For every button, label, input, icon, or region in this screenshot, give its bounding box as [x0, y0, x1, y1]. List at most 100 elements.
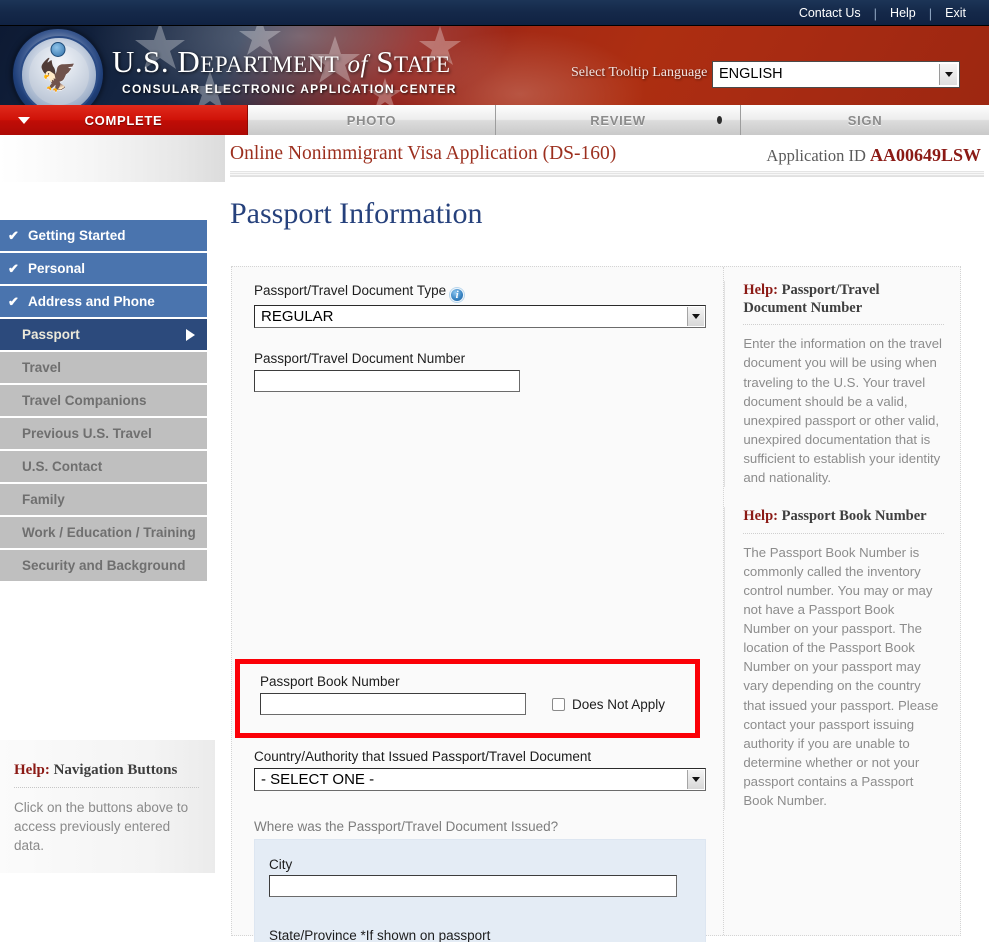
sidebar-item-work-education-training[interactable]: Work / Education / Training — [0, 517, 207, 550]
utility-links: Contact Us | Help | Exit — [786, 0, 979, 26]
help-block-document-number: Help: Passport/Travel Document Number En… — [724, 281, 960, 488]
sidebar-item-previous-us-travel[interactable]: Previous U.S. Travel — [0, 418, 207, 451]
help-title: Help: Passport Book Number — [743, 507, 944, 525]
sidebar-item-label: Previous U.S. Travel — [22, 425, 152, 441]
sidebar-item-label: Address and Phone — [28, 293, 155, 309]
does-not-apply-label: Does Not Apply — [572, 696, 666, 712]
sidebar-item-security-and-background[interactable]: Security and Background — [0, 550, 207, 583]
help-title-text: Passport Book Number — [781, 508, 927, 525]
help-title-prefix: Help: — [743, 282, 778, 298]
sidebar-top-fill — [0, 135, 225, 183]
help-column: Help: Passport/Travel Document Number En… — [723, 267, 960, 935]
tooltip-language-value: ENGLISH — [719, 66, 783, 82]
field-state-province: State/Province *If shown on passport — [269, 928, 677, 942]
exit-link[interactable]: Exit — [932, 0, 979, 26]
sidebar-item-label: U.S. Contact — [22, 458, 103, 474]
sidebar-item-us-contact[interactable]: U.S. Contact — [0, 451, 207, 484]
document-number-label: Passport/Travel Document Number — [254, 351, 466, 366]
divider — [14, 787, 199, 788]
sidebar-item-getting-started[interactable]: ✔ Getting Started — [0, 220, 207, 253]
check-icon: ✔ — [8, 260, 19, 276]
ceac-ds160-page: Contact Us | Help | Exit 🦅 U.S. DEPARTME… — [0, 0, 989, 942]
tab-review-label: REVIEW — [590, 112, 646, 128]
application-id: Application ID AA00649LSW — [766, 145, 981, 166]
document-number-input[interactable] — [254, 370, 520, 393]
tab-photo-label: PHOTO — [346, 112, 397, 128]
sidebar-help-title: Help: Navigation Buttons — [14, 762, 199, 779]
tab-photo[interactable]: PHOTO — [248, 105, 496, 135]
application-id-label: Application ID — [766, 146, 866, 165]
issued-location-subpanel: City State/Province *If shown on passpor… — [254, 839, 706, 942]
sidebar-item-family[interactable]: Family — [0, 484, 207, 517]
sidebar-item-label: Security and Background — [22, 557, 186, 573]
issuing-country-select[interactable]: - SELECT ONE - — [254, 768, 706, 792]
document-type-select[interactable]: REGULAR — [254, 305, 706, 328]
chevron-down-icon[interactable] — [687, 770, 704, 790]
arrow-right-icon — [186, 328, 195, 341]
tab-sign-label: SIGN — [847, 112, 883, 128]
sidebar-item-personal[interactable]: ✔ Personal — [0, 253, 207, 286]
caret-down-icon — [18, 117, 30, 124]
state-province-label: State/Province *If shown on passport — [269, 928, 491, 942]
help-body: The Passport Book Number is commonly cal… — [743, 544, 939, 809]
sidebar-item-travel[interactable]: Travel — [0, 352, 207, 385]
field-issuing-country: Country/Authority that Issued Passport/T… — [254, 749, 706, 792]
issued-where-question: Where was the Passport/Travel Document I… — [254, 819, 559, 834]
check-icon: ✔ — [8, 227, 19, 243]
sidebar-item-travel-companions[interactable]: Travel Companions — [0, 385, 207, 418]
document-type-value: REGULAR — [261, 308, 334, 325]
tab-complete[interactable]: COMPLETE — [0, 105, 248, 135]
help-body: Enter the information on the travel docu… — [743, 336, 942, 486]
city-label: City — [269, 857, 293, 872]
department-title: U.S. DEPARTMENT of STATE — [112, 44, 451, 79]
info-icon[interactable]: i — [450, 288, 465, 302]
chevron-down-icon[interactable] — [687, 307, 704, 326]
check-icon: ✔ — [8, 293, 19, 309]
field-city: City — [269, 857, 677, 897]
document-type-label: Passport/Travel Document Type i — [254, 283, 706, 302]
review-marker-icon — [717, 116, 722, 124]
tooltip-language-select[interactable]: ENGLISH — [712, 61, 960, 88]
help-block-passport-book-number: Help: Passport Book Number The Passport … — [724, 507, 960, 811]
sidebar-help-panel: Help: Navigation Buttons Click on the bu… — [0, 740, 215, 874]
passport-book-number-input[interactable] — [260, 693, 526, 716]
application-id-value: AA00649LSW — [869, 145, 981, 165]
tab-sign[interactable]: SIGN — [741, 105, 989, 135]
header-banner: 🦅 U.S. DEPARTMENT of STATE CONSULAR ELEC… — [0, 26, 989, 105]
field-passport-book-number: Passport Book Number Does Not Apply — [260, 674, 712, 716]
sidebar-nav: ✔ Getting Started ✔ Personal ✔ Address a… — [0, 220, 207, 583]
form-column: Passport/Travel Document Type i REGULAR P… — [232, 267, 723, 942]
sidebar-item-label: Travel — [22, 359, 62, 375]
field-document-number: Passport/Travel Document Number — [254, 351, 706, 393]
field-document-type: Passport/Travel Document Type i REGULAR — [254, 283, 706, 328]
does-not-apply-checkbox[interactable] — [552, 697, 565, 711]
sidebar-item-label: Family — [22, 491, 65, 507]
tab-complete-label: COMPLETE — [84, 112, 163, 128]
help-title-prefix: Help: — [743, 508, 778, 525]
sidebar-item-label: Passport — [22, 326, 80, 342]
tab-review[interactable]: REVIEW — [496, 105, 741, 135]
issuing-country-value: - SELECT ONE - — [261, 771, 375, 789]
city-input[interactable] — [269, 875, 677, 897]
help-link[interactable]: Help — [877, 0, 929, 26]
help-title: Help: Passport/Travel Document Number — [743, 281, 944, 317]
tooltip-language-label: Select Tooltip Language — [571, 65, 708, 80]
sidebar: ✔ Getting Started ✔ Personal ✔ Address a… — [0, 135, 225, 942]
divider — [743, 532, 944, 534]
sidebar-help-body: Click on the buttons above to access pre… — [14, 800, 189, 854]
sidebar-item-passport[interactable]: Passport — [0, 319, 207, 352]
page-title: Passport Information — [230, 197, 483, 230]
chevron-down-icon[interactable] — [939, 64, 957, 85]
dos-seal-icon: 🦅 — [12, 28, 104, 105]
main-content: Online Nonimmigrant Visa Application (DS… — [225, 135, 989, 942]
sidebar-item-label: Work / Education / Training — [22, 524, 196, 540]
contact-us-link[interactable]: Contact Us — [786, 0, 874, 26]
sidebar-item-address-and-phone[interactable]: ✔ Address and Phone — [0, 286, 207, 319]
department-subtitle: CONSULAR ELECTRONIC APPLICATION CENTER — [122, 82, 457, 96]
content-panel: Passport/Travel Document Type i REGULAR P… — [231, 266, 961, 942]
sidebar-item-label: Getting Started — [28, 227, 126, 243]
passport-book-number-row: Does Not Apply — [260, 693, 712, 716]
application-title: Online Nonimmigrant Visa Application (DS… — [230, 143, 617, 164]
passport-book-number-label: Passport Book Number — [260, 674, 400, 689]
sidebar-help-title-prefix: Help: — [14, 762, 50, 778]
